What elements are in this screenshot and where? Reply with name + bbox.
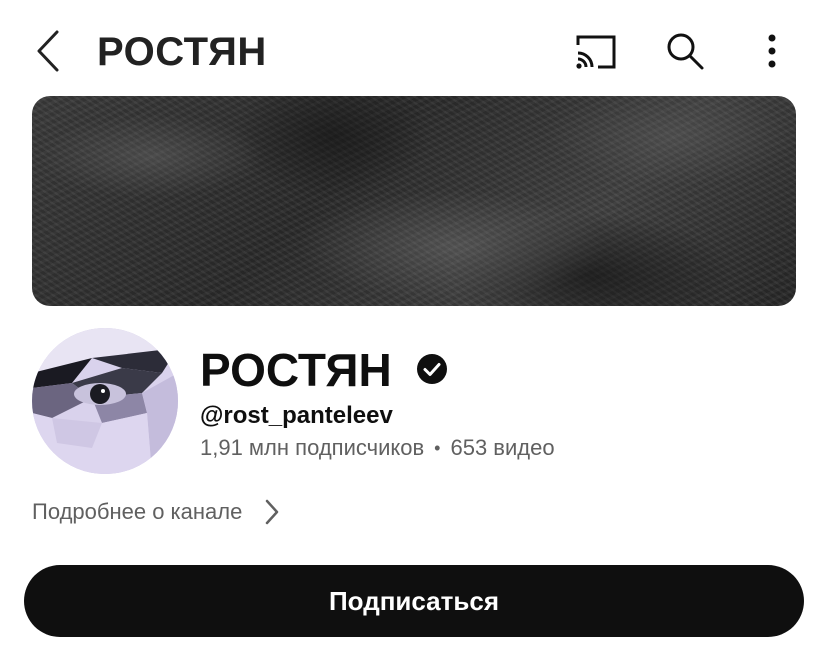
more-vert-icon (768, 34, 776, 68)
separator-dot: • (434, 438, 441, 458)
chevron-right-icon (266, 499, 279, 525)
verified-badge-icon (417, 354, 447, 384)
cast-icon (576, 35, 616, 69)
avatar-image (32, 328, 178, 474)
more-about-label: Подробнее о канале (32, 499, 243, 524)
subscribe-button[interactable]: Подписаться (24, 565, 804, 637)
back-button[interactable] (30, 28, 66, 74)
subscriber-count: 1,91 млн подписчиков (200, 435, 425, 460)
channel-name: РОСТЯН (200, 344, 392, 396)
video-count: 653 видео (450, 435, 555, 460)
avatar[interactable] (32, 328, 178, 474)
search-button[interactable] (662, 28, 708, 74)
page-title: РОСТЯН (97, 30, 267, 74)
search-icon (667, 33, 704, 70)
back-arrow-icon (37, 30, 59, 72)
cast-button[interactable] (572, 30, 620, 74)
more-about-channel-link[interactable]: Подробнее о канале (32, 496, 280, 528)
channel-banner (32, 96, 796, 306)
channel-handle: @rost_panteleev (200, 402, 393, 429)
more-options-button[interactable] (757, 28, 787, 74)
channel-stats: 1,91 млн подписчиков • 653 видео (200, 434, 555, 462)
top-app-bar: РОСТЯН (0, 0, 828, 100)
